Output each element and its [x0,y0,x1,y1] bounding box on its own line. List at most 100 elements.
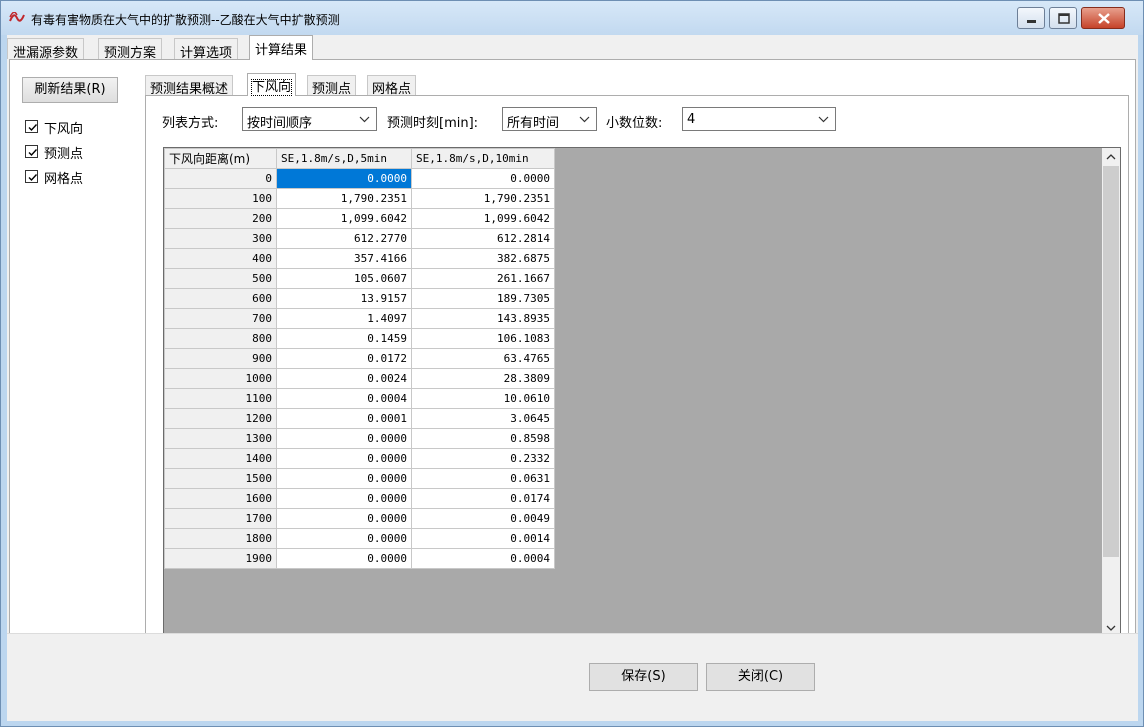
scroll-up-icon[interactable] [1106,154,1116,160]
column-header-10min[interactable]: SE,1.8m/s,D,10min [411,148,555,169]
table-cell[interactable]: 13.9157 [276,288,412,309]
table-cell[interactable]: 28.3809 [411,368,555,389]
table-cell[interactable]: 0.0000 [276,168,412,189]
table-row[interactable]: 1500 0.0000 0.0631 [164,468,555,489]
decimals-select[interactable]: 4 [682,107,836,131]
title-bar[interactable]: 有毒有害物质在大气中的扩散预测--乙酸在大气中扩散预测 [1,1,1143,35]
table-cell[interactable]: 0.2332 [411,448,555,469]
checkbox-box[interactable] [25,145,38,158]
tab-calc-results[interactable]: 计算结果 [249,35,314,60]
table-row[interactable]: 1000 0.0024 28.3809 [164,368,555,389]
refresh-results-button[interactable]: 刷新结果(R) [22,77,118,103]
table-cell[interactable]: 0.0000 [276,528,412,549]
results-grid[interactable]: 下风向距离(m) SE,1.8m/s,D,5min SE,1.8m/s,D,10… [163,147,1121,644]
table-row[interactable]: 1900 0.0000 0.0004 [164,548,555,569]
table-cell[interactable]: 106.1083 [411,328,555,349]
table-cell[interactable]: 0.0004 [411,548,555,569]
table-row[interactable]: 600 13.9157 189.7305 [164,288,555,309]
table-cell[interactable]: 0.0000 [276,448,412,469]
table-row[interactable]: 700 1.4097 143.8935 [164,308,555,329]
table-cell[interactable]: 0.0000 [276,428,412,449]
table-cell[interactable]: 0.8598 [411,428,555,449]
table-row[interactable]: 800 0.1459 106.1083 [164,328,555,349]
table-cell[interactable]: 105.0607 [276,268,412,289]
row-header-distance[interactable]: 1300 [164,428,277,449]
tab-calc-options[interactable]: 计算选项 [174,38,239,61]
table-cell[interactable]: 0.0000 [276,508,412,529]
table-cell[interactable]: 357.4166 [276,248,412,269]
table-cell[interactable]: 0.0001 [276,408,412,429]
table-cell[interactable]: 0.0000 [276,548,412,569]
table-cell[interactable]: 0.0172 [276,348,412,369]
table-cell[interactable]: 1,099.6042 [276,208,412,229]
row-header-distance[interactable]: 600 [164,288,277,309]
column-header-distance[interactable]: 下风向距离(m) [164,148,277,169]
table-row[interactable]: 1400 0.0000 0.2332 [164,448,555,469]
table-cell[interactable]: 0.0174 [411,488,555,509]
table-cell[interactable]: 10.0610 [411,388,555,409]
tab-grid-point[interactable]: 网格点 [367,75,417,97]
row-header-distance[interactable]: 0 [164,168,277,189]
table-row[interactable]: 1200 0.0001 3.0645 [164,408,555,429]
table-row[interactable]: 1300 0.0000 0.8598 [164,428,555,449]
row-header-distance[interactable]: 500 [164,268,277,289]
row-header-distance[interactable]: 900 [164,348,277,369]
table-row[interactable]: 1100 0.0004 10.0610 [164,388,555,409]
table-cell[interactable]: 63.4765 [411,348,555,369]
tab-leak-source[interactable]: 泄漏源参数 [7,38,85,61]
table-cell[interactable]: 143.8935 [411,308,555,329]
scroll-thumb[interactable] [1103,166,1119,557]
time-select[interactable]: 所有时间 [502,107,597,131]
row-header-distance[interactable]: 1000 [164,368,277,389]
table-cell[interactable]: 0.0014 [411,528,555,549]
table-cell[interactable]: 612.2814 [411,228,555,249]
table-row[interactable]: 300 612.2770 612.2814 [164,228,555,249]
row-header-distance[interactable]: 800 [164,328,277,349]
column-header-5min[interactable]: SE,1.8m/s,D,5min [276,148,412,169]
tab-result-overview[interactable]: 预测结果概述 [145,75,234,97]
list-mode-select[interactable]: 按时间顺序 [242,107,377,131]
row-header-distance[interactable]: 100 [164,188,277,209]
table-row[interactable]: 1700 0.0000 0.0049 [164,508,555,529]
close-window-button[interactable] [1081,7,1125,29]
table-cell[interactable]: 189.7305 [411,288,555,309]
checkbox-box[interactable] [25,170,38,183]
table-cell[interactable]: 0.0049 [411,508,555,529]
table-cell[interactable]: 0.0000 [276,488,412,509]
table-cell[interactable]: 0.0000 [276,468,412,489]
table-row[interactable]: 400 357.4166 382.6875 [164,248,555,269]
tab-prediction-point[interactable]: 预测点 [307,75,357,97]
vertical-scrollbar[interactable] [1102,148,1120,643]
row-header-distance[interactable]: 300 [164,228,277,249]
table-cell[interactable]: 1,099.6042 [411,208,555,229]
row-header-distance[interactable]: 1700 [164,508,277,529]
tab-prediction-plan[interactable]: 预测方案 [98,38,163,61]
table-cell[interactable]: 1,790.2351 [411,188,555,209]
table-cell[interactable]: 0.0024 [276,368,412,389]
row-header-distance[interactable]: 1100 [164,388,277,409]
close-button[interactable]: 关闭(C) [706,663,815,691]
row-header-distance[interactable]: 1500 [164,468,277,489]
row-header-distance[interactable]: 700 [164,308,277,329]
row-header-distance[interactable]: 1400 [164,448,277,469]
table-row[interactable]: 1800 0.0000 0.0014 [164,528,555,549]
table-cell[interactable]: 1.4097 [276,308,412,329]
minimize-button[interactable] [1017,7,1045,29]
tab-downwind[interactable]: 下风向 [247,73,297,96]
table-row[interactable]: 200 1,099.6042 1,099.6042 [164,208,555,229]
table-row[interactable]: 0 0.0000 0.0000 [164,168,555,189]
row-header-distance[interactable]: 1800 [164,528,277,549]
table-cell[interactable]: 261.1667 [411,268,555,289]
table-cell[interactable]: 0.0004 [276,388,412,409]
table-cell[interactable]: 382.6875 [411,248,555,269]
table-cell[interactable]: 1,790.2351 [276,188,412,209]
row-header-distance[interactable]: 200 [164,208,277,229]
maximize-button[interactable] [1049,7,1077,29]
table-row[interactable]: 1600 0.0000 0.0174 [164,488,555,509]
scroll-down-icon[interactable] [1106,625,1116,631]
table-row[interactable]: 100 1,790.2351 1,790.2351 [164,188,555,209]
table-cell[interactable]: 612.2770 [276,228,412,249]
row-header-distance[interactable]: 1200 [164,408,277,429]
table-cell[interactable]: 0.0000 [411,168,555,189]
checkbox-box[interactable] [25,120,38,133]
